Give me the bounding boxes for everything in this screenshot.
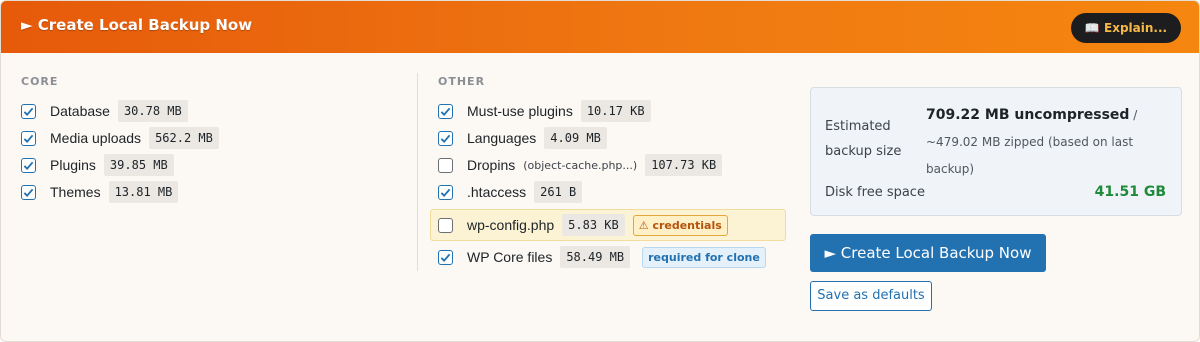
item-label: Languages	[467, 130, 537, 146]
other-item-must-use-plugins[interactable]: Must-use plugins 10.17 KB	[438, 99, 651, 123]
core-item-media-uploads[interactable]: Media uploads 562.2 MB	[21, 126, 219, 150]
checkbox[interactable]	[438, 103, 453, 119]
item-size: 261 B	[534, 181, 583, 203]
core-item-database[interactable]: Database 30.78 MB	[21, 99, 188, 123]
explain-button[interactable]: 📖 Explain...	[1071, 13, 1181, 43]
item-label: Database	[50, 103, 110, 119]
item-label: .htaccess	[467, 184, 527, 200]
estimated-label: Estimated backup size	[825, 119, 902, 159]
item-sublabel: (object-cache.php...)	[523, 158, 638, 172]
item-label: Must-use plugins	[467, 103, 573, 119]
item-size: 13.81 MB	[108, 181, 179, 203]
checkbox[interactable]	[21, 157, 36, 173]
item-size: 107.73 KB	[645, 154, 723, 176]
required-badge: required for clone	[642, 246, 766, 268]
create-backup-button[interactable]: ► Create Local Backup Now	[810, 234, 1046, 272]
checkbox[interactable]	[21, 130, 36, 146]
disk-free-label: Disk free space	[825, 185, 925, 200]
zipped-size: ~479.02 MB zipped (based on last	[926, 135, 1134, 149]
item-size: 562.2 MB	[149, 127, 219, 149]
other-heading: OTHER	[438, 75, 486, 88]
checkbox[interactable]	[21, 103, 36, 119]
item-size: 39.85 MB	[103, 154, 174, 176]
other-item-wp-core-files[interactable]: WP Core files 58.49 MB required for clon…	[438, 245, 766, 269]
item-size: 10.17 KB	[580, 100, 651, 122]
checkbox[interactable]	[438, 130, 453, 146]
checkbox[interactable]	[438, 184, 453, 200]
item-size: 4.09 MB	[544, 127, 607, 149]
other-item-wp-config[interactable]: wp-config.php 5.83 KB ⚠ credentials	[438, 213, 728, 237]
core-item-themes[interactable]: Themes 13.81 MB	[21, 180, 179, 204]
checkbox[interactable]	[438, 249, 453, 265]
item-label: Themes	[50, 184, 101, 200]
play-icon: ►	[21, 16, 38, 34]
item-label: Dropins	[467, 157, 516, 173]
uncompressed-size: 709.22 MB uncompressed	[926, 107, 1130, 123]
checkbox[interactable]	[438, 217, 453, 233]
core-heading: CORE	[21, 75, 59, 88]
item-label: Media uploads	[50, 130, 142, 146]
item-size: 5.83 KB	[562, 214, 625, 236]
item-size: 58.49 MB	[560, 246, 631, 268]
checkbox[interactable]	[21, 184, 36, 200]
backup-panel: ► Create Local Backup Now 📖 Explain... C…	[0, 0, 1200, 342]
item-label: Plugins	[50, 157, 96, 173]
panel-title: ► Create Local Backup Now	[21, 16, 253, 34]
item-label: WP Core files	[467, 249, 553, 265]
other-item-htaccess[interactable]: .htaccess 261 B	[438, 180, 583, 204]
checkbox[interactable]	[438, 157, 453, 173]
save-defaults-button[interactable]: Save as defaults	[810, 281, 932, 311]
column-divider	[417, 73, 418, 271]
backup-size-summary: Estimated backup size 709.22 MB uncompre…	[810, 87, 1182, 216]
other-item-languages[interactable]: Languages 4.09 MB	[438, 126, 607, 150]
credentials-warning-badge: ⚠ credentials	[632, 214, 728, 236]
disk-free-value: 41.51 GB	[1094, 184, 1166, 200]
item-label: wp-config.php	[467, 217, 555, 233]
core-item-plugins[interactable]: Plugins 39.85 MB	[21, 153, 174, 177]
estimated-size-value: 709.22 MB uncompressed / ~479.02 MB zipp…	[926, 102, 1171, 183]
panel-header: ► Create Local Backup Now 📖 Explain...	[1, 1, 1199, 53]
item-size: 30.78 MB	[117, 100, 188, 122]
book-icon: 📖	[1084, 21, 1105, 35]
other-item-dropins[interactable]: Dropins (object-cache.php...) 107.73 KB	[438, 153, 723, 177]
